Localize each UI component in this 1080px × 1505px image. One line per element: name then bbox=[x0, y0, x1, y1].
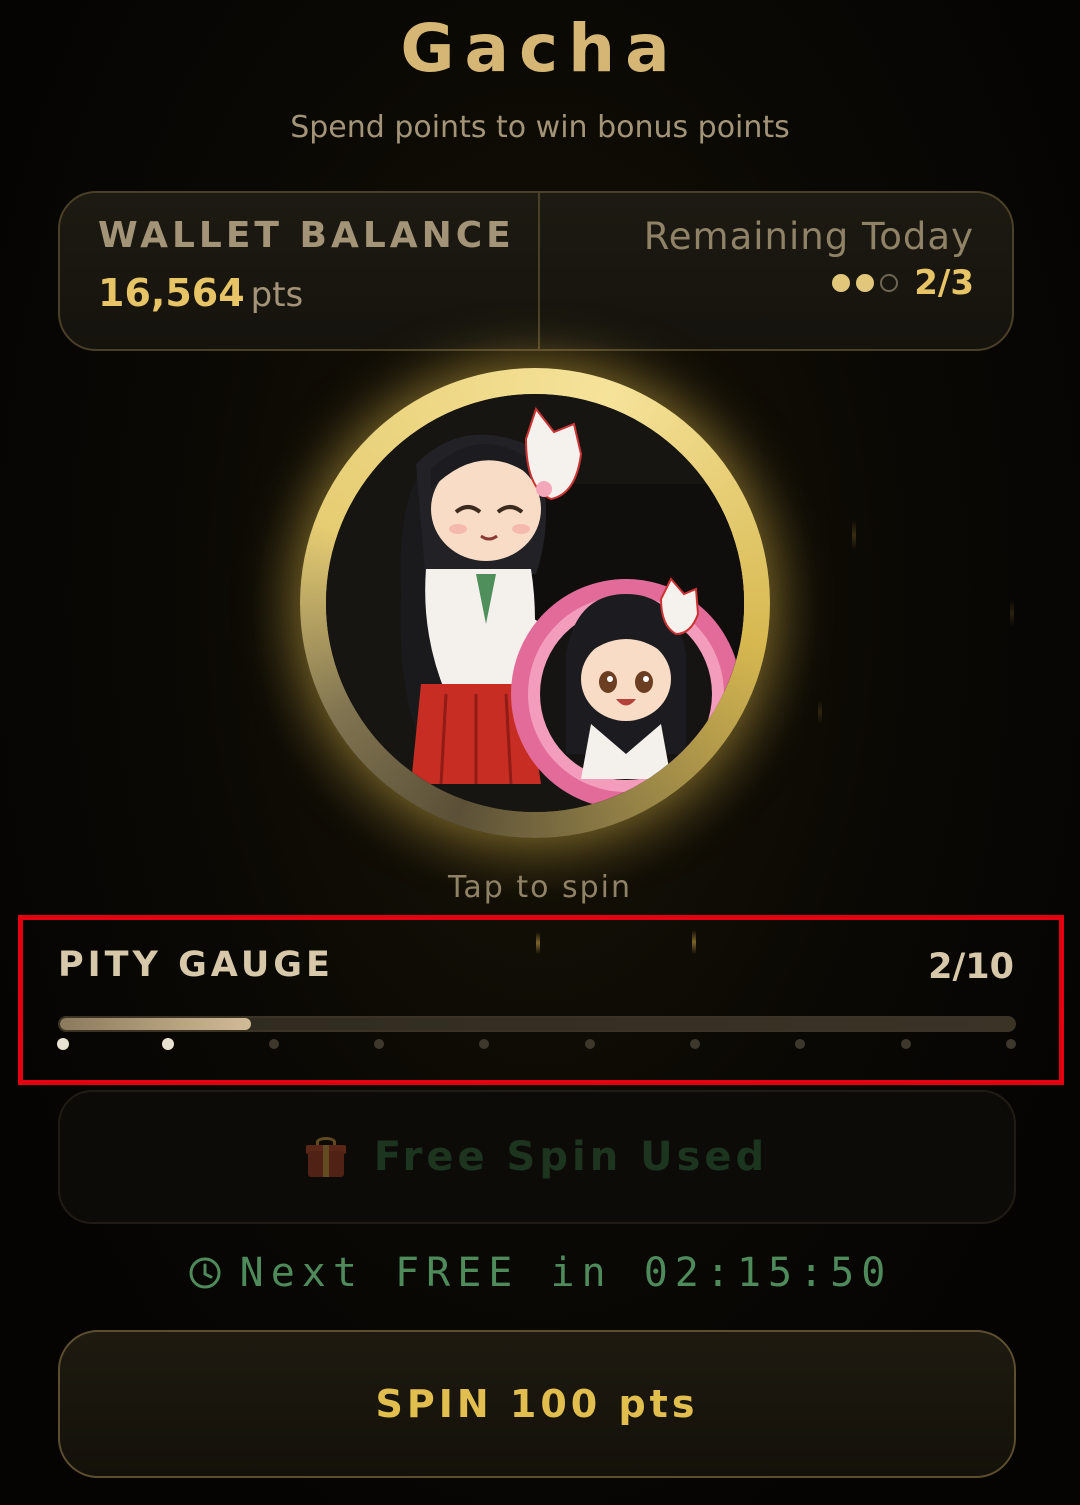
wallet-balance-label: WALLET BALANCE bbox=[98, 215, 515, 256]
tap-to-spin-hint: Tap to spin bbox=[448, 870, 632, 905]
pity-gauge-steps bbox=[57, 1038, 1017, 1052]
pity-gauge-fill bbox=[60, 1018, 251, 1030]
free-spin-label: Free Spin Used bbox=[373, 1134, 769, 1180]
clock-icon bbox=[189, 1257, 221, 1289]
pity-step-dot bbox=[268, 1039, 279, 1049]
free-spin-button[interactable]: Free Spin Used bbox=[58, 1090, 1016, 1224]
pity-step-dot bbox=[479, 1039, 490, 1049]
light-streak bbox=[818, 700, 822, 724]
remaining-dot bbox=[856, 274, 875, 292]
pity-step-dot bbox=[374, 1039, 384, 1049]
next-free-timer: Next FREE in 02:15:50 bbox=[0, 1250, 1080, 1296]
pity-step-dot bbox=[1006, 1039, 1016, 1049]
gift-icon bbox=[305, 1137, 346, 1177]
pity-gauge-count: 2/10 bbox=[928, 947, 1014, 987]
remaining-today-count: 2/3 bbox=[914, 263, 974, 303]
spin-button-label: SPIN 100 pts bbox=[375, 1382, 699, 1426]
next-free-timer-text: Next FREE in 02:15:50 bbox=[239, 1250, 893, 1296]
spin-button[interactable]: SPIN 100 pts bbox=[58, 1330, 1016, 1478]
wallet-balance-value: 16,564 bbox=[98, 271, 245, 315]
pity-gauge-label: PITY GAUGE bbox=[58, 945, 334, 985]
wallet-balance-unit: pts bbox=[250, 275, 304, 315]
stats-divider bbox=[538, 193, 540, 349]
remaining-dot bbox=[832, 274, 851, 292]
light-streak bbox=[852, 520, 856, 550]
pity-step-dot bbox=[690, 1039, 700, 1049]
pity-step-dot bbox=[795, 1039, 806, 1049]
remaining-today-indicator: 2/3 bbox=[832, 263, 974, 303]
shrine-maiden-illustration bbox=[326, 394, 744, 812]
pity-step-dot bbox=[162, 1038, 175, 1050]
remaining-dot bbox=[880, 274, 899, 292]
wallet-balance-amount: 16,564 pts bbox=[98, 271, 303, 315]
pity-gauge-bar bbox=[58, 1016, 1016, 1032]
shrine-maiden-coin-icon bbox=[326, 394, 744, 812]
gacha-spinner[interactable] bbox=[300, 368, 770, 838]
highlight-box bbox=[18, 915, 1064, 1085]
page-subtitle: Spend points to win bonus points bbox=[290, 110, 790, 145]
pity-step-dot bbox=[584, 1039, 595, 1049]
light-streak bbox=[1010, 600, 1014, 626]
remaining-today-label: Remaining Today bbox=[643, 215, 974, 258]
pity-step-dot bbox=[57, 1038, 69, 1050]
pity-step-dot bbox=[900, 1039, 911, 1049]
page-title: Gacha bbox=[400, 10, 680, 87]
stats-card: WALLET BALANCE 16,564 pts Remaining Today… bbox=[58, 191, 1014, 351]
